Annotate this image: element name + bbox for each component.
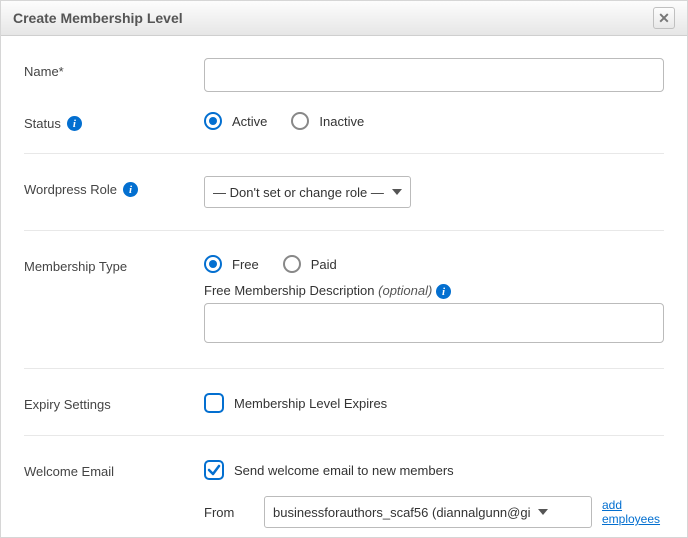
welcome-label: Welcome Email <box>24 458 204 479</box>
type-free-label: Free <box>232 257 259 272</box>
dialog-body[interactable]: Name* Status i Active Inactive <box>2 36 686 536</box>
info-icon[interactable]: i <box>123 182 138 197</box>
free-desc-header: Free Membership Description (optional) i <box>204 283 664 299</box>
info-icon[interactable]: i <box>67 116 82 131</box>
chevron-down-icon <box>538 509 548 515</box>
status-inactive-radio[interactable] <box>291 112 309 130</box>
dialog-title: Create Membership Level <box>13 10 183 26</box>
expiry-checkbox-label: Membership Level Expires <box>234 396 387 411</box>
row-expiry: Expiry Settings Membership Level Expires <box>24 391 664 436</box>
welcome-checkbox[interactable] <box>204 460 224 480</box>
type-free-radio[interactable] <box>204 255 222 273</box>
chevron-down-icon <box>392 189 402 195</box>
status-active-label: Active <box>232 114 267 129</box>
expiry-label: Expiry Settings <box>24 391 204 412</box>
status-inactive-label: Inactive <box>319 114 364 129</box>
dialog-titlebar: Create Membership Level ✕ <box>1 1 687 36</box>
name-label: Name* <box>24 58 204 79</box>
status-active-radio[interactable] <box>204 112 222 130</box>
expiry-checkbox[interactable] <box>204 393 224 413</box>
row-wp-role: Wordpress Role i — Don't set or change r… <box>24 176 664 231</box>
create-membership-dialog: Create Membership Level ✕ Name* Status i… <box>0 0 688 538</box>
add-employees-link[interactable]: add employees <box>602 498 664 526</box>
row-status: Status i Active Inactive <box>24 110 664 154</box>
from-label: From <box>204 505 254 520</box>
info-icon[interactable]: i <box>436 284 451 299</box>
row-name: Name* <box>24 58 664 92</box>
free-desc-textarea[interactable] <box>204 303 664 343</box>
from-select[interactable]: businessforauthors_scaf56 (diannalgunn@g… <box>264 496 592 528</box>
type-paid-label: Paid <box>311 257 337 272</box>
membership-type-label: Membership Type <box>24 253 204 274</box>
status-label: Status i <box>24 110 204 131</box>
row-welcome: Welcome Email Send welcome email to new … <box>24 458 664 536</box>
close-icon[interactable]: ✕ <box>653 7 675 29</box>
name-input[interactable] <box>204 58 664 92</box>
wp-role-select[interactable]: — Don't set or change role — <box>204 176 411 208</box>
type-paid-radio[interactable] <box>283 255 301 273</box>
welcome-checkbox-label: Send welcome email to new members <box>234 463 454 478</box>
wp-role-label: Wordpress Role i <box>24 176 204 197</box>
row-membership-type: Membership Type Free Paid Free Membershi… <box>24 253 664 369</box>
